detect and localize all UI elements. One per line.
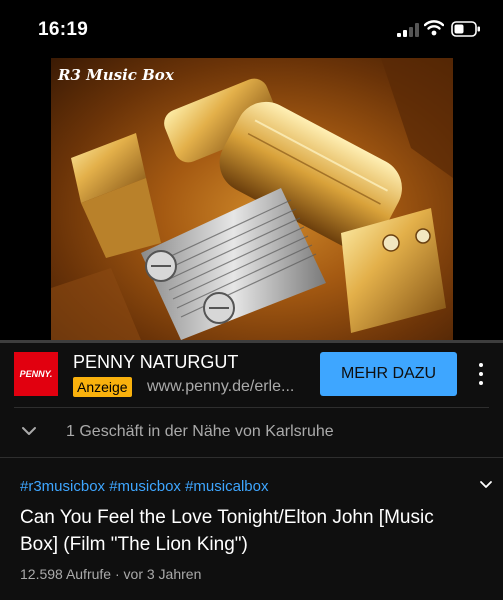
cellular-signal-icon — [397, 23, 419, 37]
thumbnail-title: R3 Music Box — [58, 66, 174, 84]
upload-age: vor 3 Jahren — [123, 566, 202, 582]
hashtags: #r3musicbox #musicbox #musicalbox — [20, 478, 268, 495]
hashtag-link[interactable]: #musicalbox — [185, 478, 268, 495]
section-divider — [0, 457, 503, 458]
status-bar: 16:19 — [0, 0, 503, 58]
status-time: 16:19 — [38, 19, 89, 40]
view-count: 12.598 Aufrufe — [20, 566, 112, 582]
meta-separator: · — [114, 566, 120, 582]
ad-cta-button[interactable]: MEHR DAZU — [320, 352, 457, 396]
advertiser-logo[interactable]: PENNY. — [14, 352, 58, 396]
video-thumbnail[interactable]: R3 Music Box — [51, 58, 453, 340]
video-info[interactable]: #r3musicbox #musicbox #musicalbox Can Yo… — [0, 462, 503, 600]
wifi-icon — [424, 20, 444, 36]
more-options-icon[interactable] — [474, 363, 488, 385]
expand-description-icon[interactable] — [479, 480, 493, 490]
nearby-stores-row[interactable]: 1 Geschäft in der Nähe von Karlsruhe — [0, 410, 503, 456]
hashtag-link[interactable]: #r3musicbox — [20, 478, 105, 495]
battery-icon — [451, 21, 480, 37]
ad-banner[interactable]: PENNY. PENNY NATURGUT Anzeige www.penny.… — [0, 343, 503, 407]
video-meta: 12.598 Aufrufe · vor 3 Jahren — [20, 566, 201, 582]
chevron-down-icon[interactable] — [21, 425, 37, 437]
divider — [14, 407, 489, 408]
video-player[interactable]: R3 Music Box — [0, 58, 503, 340]
hashtag-link[interactable]: #musicbox — [109, 478, 181, 495]
nearby-stores-text: 1 Geschäft in der Nähe von Karlsruhe — [66, 423, 334, 440]
ad-title[interactable]: PENNY NATURGUT — [73, 352, 238, 373]
video-title[interactable]: Can You Feel the Love Tonight/Elton John… — [20, 504, 460, 558]
ad-badge: Anzeige — [73, 377, 132, 397]
music-box-illustration — [51, 58, 453, 340]
ad-url[interactable]: www.penny.de/erle... — [147, 378, 307, 396]
